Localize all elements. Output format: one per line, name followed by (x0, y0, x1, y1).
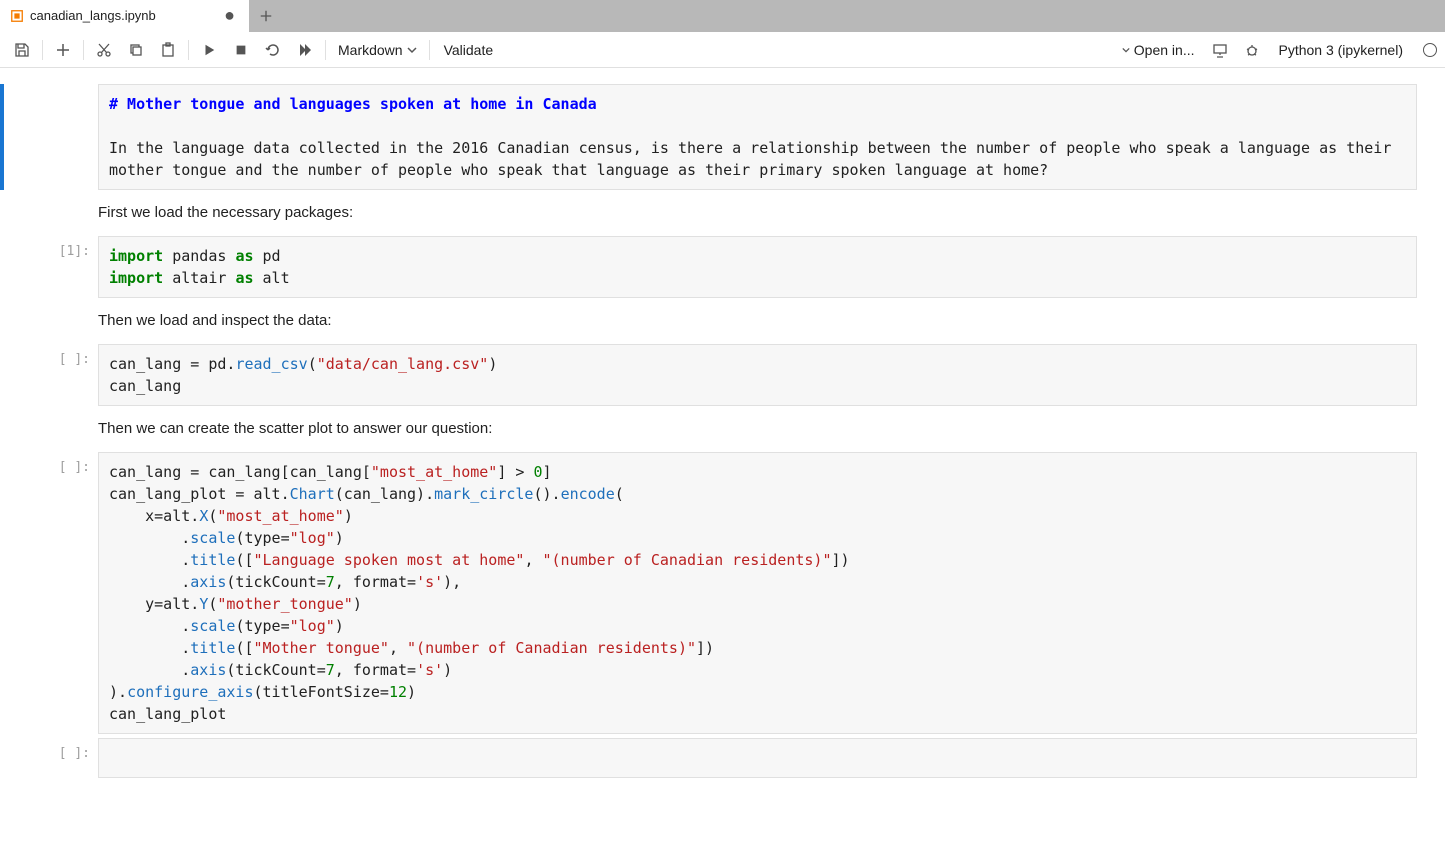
chevron-down-icon (407, 45, 417, 55)
notebook-tab[interactable]: canadian_langs.ipynb ● (0, 0, 250, 32)
notebook: # Mother tongue and languages spoken at … (0, 84, 1441, 778)
caret-down-icon (1122, 46, 1130, 54)
tab-title: canadian_langs.ipynb (30, 8, 214, 23)
tab-bar: canadian_langs.ipynb ● (0, 0, 1445, 32)
code-editor[interactable] (98, 738, 1417, 778)
notebook-scroll[interactable]: # Mother tongue and languages spoken at … (0, 68, 1445, 846)
debug-icon[interactable] (1238, 36, 1266, 64)
cell-prompt (18, 84, 98, 190)
markdown-cell[interactable]: Then we can create the scatter plot to a… (0, 410, 1441, 448)
presentation-icon[interactable] (1206, 36, 1234, 64)
code-editor[interactable]: import pandas as pd import altair as alt (98, 236, 1417, 298)
cell-prompt: [ ]: (18, 452, 98, 734)
new-tab-button[interactable] (250, 9, 282, 23)
unsaved-indicator-icon: ● (220, 5, 239, 26)
code-cell[interactable]: [ ]: can_lang = pd.read_csv("data/can_la… (0, 344, 1441, 406)
markdown-cell[interactable]: Then we load and inspect the data: (0, 302, 1441, 340)
paste-button[interactable] (154, 36, 182, 64)
save-button[interactable] (8, 36, 36, 64)
markdown-text: First we load the necessary packages: (98, 194, 1417, 232)
cell-prompt: [ ]: (18, 738, 98, 778)
cut-button[interactable] (90, 36, 118, 64)
code-editor[interactable]: can_lang = pd.read_csv("data/can_lang.cs… (98, 344, 1417, 406)
kernel-name[interactable]: Python 3 (ipykernel) (1270, 42, 1411, 58)
markdown-text: Then we load and inspect the data: (98, 302, 1417, 340)
markdown-editor[interactable]: # Mother tongue and languages spoken at … (98, 84, 1417, 190)
cell-type-label: Markdown (338, 42, 403, 58)
restart-button[interactable] (259, 36, 287, 64)
run-all-button[interactable] (291, 36, 319, 64)
code-editor[interactable]: can_lang = can_lang[can_lang["most_at_ho… (98, 452, 1417, 734)
copy-button[interactable] (122, 36, 150, 64)
insert-cell-button[interactable] (49, 36, 77, 64)
open-in-button[interactable]: Open in... (1114, 42, 1203, 58)
cell-type-select[interactable]: Markdown (332, 42, 423, 58)
run-button[interactable] (195, 36, 223, 64)
open-in-label: Open in... (1134, 42, 1195, 58)
notebook-icon (10, 9, 24, 23)
kernel-status-icon[interactable] (1423, 43, 1437, 57)
cell-prompt: [1]: (18, 236, 98, 298)
markdown-cell-editing[interactable]: # Mother tongue and languages spoken at … (0, 84, 1441, 190)
markdown-text: Then we can create the scatter plot to a… (98, 410, 1417, 448)
code-cell[interactable]: [1]: import pandas as pd import altair a… (0, 236, 1441, 298)
notebook-toolbar: Markdown Validate Open in... Python 3 (i… (0, 32, 1445, 68)
validate-button[interactable]: Validate (436, 42, 502, 58)
code-cell[interactable]: [ ]: can_lang = can_lang[can_lang["most_… (0, 452, 1441, 734)
markdown-cell[interactable]: First we load the necessary packages: (0, 194, 1441, 232)
cell-prompt: [ ]: (18, 344, 98, 406)
stop-button[interactable] (227, 36, 255, 64)
code-cell[interactable]: [ ]: (0, 738, 1441, 778)
